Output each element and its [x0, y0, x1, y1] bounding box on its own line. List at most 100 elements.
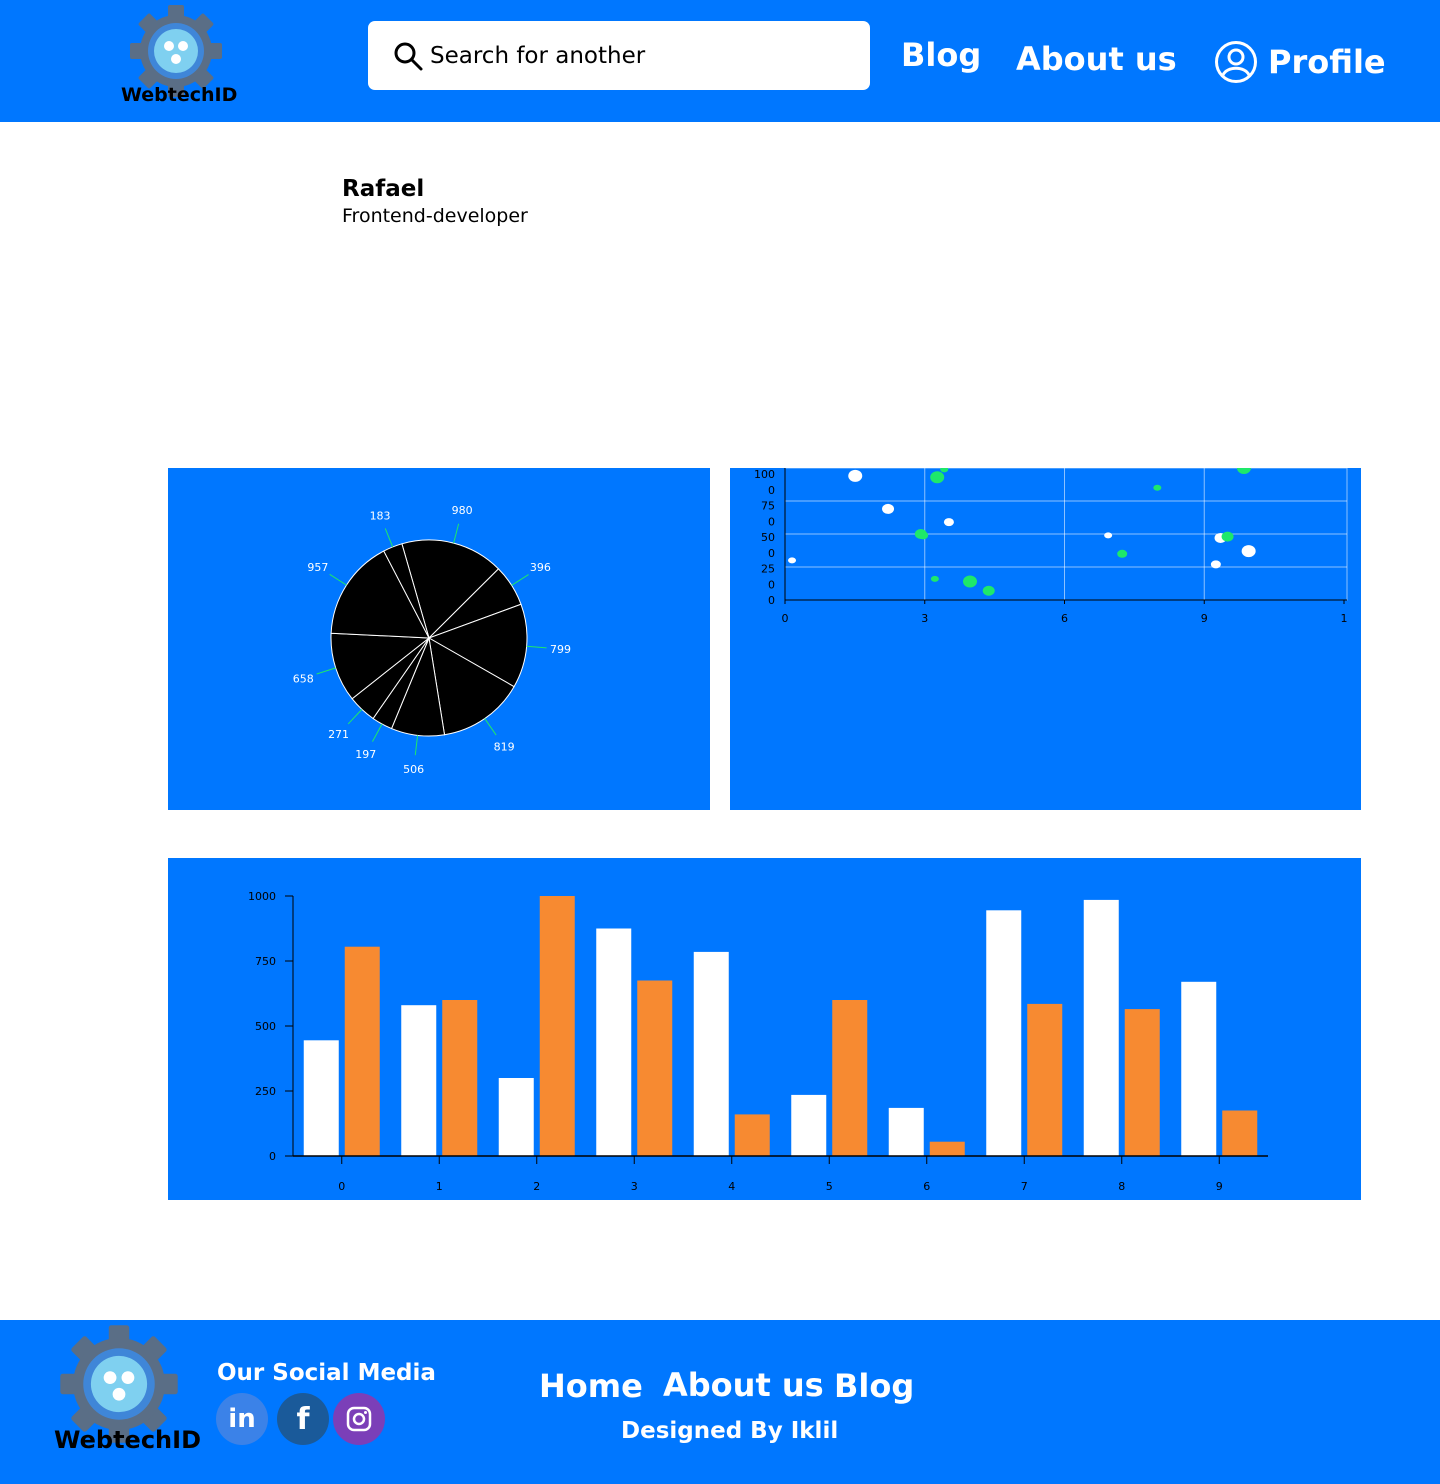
bar: [986, 910, 1022, 1156]
bar: [344, 946, 380, 1156]
bar: [1083, 899, 1119, 1156]
scatter-point: [962, 575, 977, 588]
scatter-point: [930, 471, 945, 484]
pie-slice-label: 658: [293, 672, 314, 685]
bar-y-tick-label: 250: [255, 1085, 276, 1098]
pie-label-line: [372, 723, 383, 742]
pie-slice-label: 183: [370, 509, 391, 522]
bar-y-tick-label: 750: [255, 955, 276, 968]
pie-label-line: [316, 667, 336, 675]
bar: [442, 1000, 478, 1156]
bar: [1181, 981, 1217, 1156]
bar-x-tick-label: 2: [533, 1180, 540, 1193]
pie-slice-label: 799: [550, 643, 571, 656]
pie-label-line: [329, 573, 347, 586]
search-input[interactable]: [430, 42, 850, 69]
bar-x-tick-label: 8: [1118, 1180, 1125, 1193]
scatter-point: [1104, 532, 1113, 539]
scatter-point: [882, 503, 895, 514]
scatter-point: [1221, 531, 1234, 542]
scatter-point: [1117, 549, 1128, 558]
scatter-y-tick-label: 50: [761, 531, 775, 544]
scatter-point: [1236, 468, 1251, 474]
scatter-point: [943, 518, 954, 527]
pie-slice-label: 980: [452, 504, 473, 517]
instagram-icon[interactable]: [333, 1393, 385, 1445]
profile-icon[interactable]: [1214, 40, 1258, 84]
pie-label-line: [453, 523, 460, 544]
bar: [693, 951, 729, 1156]
pie-slice-label: 197: [355, 748, 376, 761]
search-bar[interactable]: [368, 21, 870, 90]
pie-slice-label: 271: [328, 728, 349, 741]
pie-slice-label: 396: [530, 561, 551, 574]
bar: [734, 1114, 770, 1156]
designed-by: Designed By Iklil: [621, 1418, 839, 1444]
instagram-glyph-icon: [346, 1406, 372, 1432]
footer-home-link[interactable]: Home: [539, 1367, 643, 1405]
bar-y-tick-label: 1000: [248, 890, 276, 903]
scatter-y-tick-label: 100: [754, 468, 775, 481]
bar: [539, 896, 575, 1156]
scatter-chart-panel: 0 3 6 9 1 100 0 75 0 50 0 25 0 0: [730, 468, 1361, 810]
bar: [303, 1040, 339, 1156]
scatter-y-tick-label: 0: [768, 484, 775, 497]
scatter-y-tick-label: 0: [768, 515, 775, 528]
scatter-y-tick-label: 0: [768, 578, 775, 591]
bar: [791, 1094, 827, 1156]
scatter-point: [848, 469, 863, 482]
bar: [832, 1000, 868, 1156]
scatter-x-tick-label: 1: [1341, 612, 1348, 625]
pie-chart-panel: 980 396 799 819 506 197 271 658 957 183: [168, 468, 710, 810]
pie-label-line: [384, 528, 394, 548]
bar-x-tick-label: 5: [826, 1180, 833, 1193]
logo[interactable]: WebtechID: [118, 4, 240, 108]
scatter-x-tick-label: 0: [782, 612, 789, 625]
scatter-x-tick-label: 9: [1201, 612, 1208, 625]
pie-label-line: [347, 709, 363, 725]
scatter-point: [918, 531, 929, 540]
bar: [888, 1107, 924, 1156]
pie-label-line: [511, 574, 529, 586]
scatter-y-tick-label: 75: [761, 500, 775, 513]
scatter-y-tick-label: 0: [768, 594, 775, 607]
bar-x-tick-label: 1: [436, 1180, 443, 1193]
bar-y-tick-label: 500: [255, 1020, 276, 1033]
user-role: Frontend-developer: [342, 205, 528, 227]
social-media-title: Our Social Media: [217, 1360, 436, 1386]
bar: [929, 1141, 965, 1156]
scatter-y-tick-label: 25: [761, 563, 775, 576]
pie-slice-label: 957: [307, 561, 328, 574]
scatter-x-tick-label: 3: [921, 612, 928, 625]
scatter-x-tick-label: 6: [1061, 612, 1068, 625]
bar: [401, 1005, 437, 1156]
footer-logo[interactable]: WebtechID: [52, 1324, 212, 1454]
footer-about-link[interactable]: About us: [663, 1366, 824, 1404]
facebook-icon[interactable]: f: [277, 1393, 329, 1445]
scatter-point: [788, 557, 797, 564]
footer-logo-text: WebtechID: [54, 1426, 201, 1454]
pie-label-line: [484, 718, 497, 736]
scatter-point: [1210, 560, 1221, 569]
footer-blog-link[interactable]: Blog: [834, 1367, 914, 1405]
bar: [1124, 1009, 1160, 1156]
nav-blog[interactable]: Blog: [901, 36, 981, 74]
pie-slice-label: 506: [403, 763, 424, 776]
scatter-y-tick-label: 0: [768, 547, 775, 560]
user-name: Rafael: [342, 176, 425, 202]
header: WebtechID Blog About us Profile: [0, 0, 1440, 122]
bar-chart: 1000 750 500 250 0 0 1 2 3 4 5 6 7 8 9: [248, 890, 1268, 1193]
pie-slice-label: 819: [494, 741, 515, 754]
nav-about-us[interactable]: About us: [1016, 40, 1177, 78]
bar-x-tick-label: 3: [631, 1180, 638, 1193]
search-icon: [394, 42, 423, 70]
bar: [596, 928, 632, 1156]
logo-text: WebtechID: [121, 84, 238, 106]
linkedin-icon[interactable]: in: [216, 1393, 268, 1445]
bar: [1027, 1003, 1063, 1156]
nav-profile[interactable]: Profile: [1268, 43, 1386, 81]
scatter-chart: 0 3 6 9 110007505002500: [754, 468, 1348, 625]
pie-label-line: [414, 735, 419, 756]
bar: [637, 980, 673, 1156]
bar-x-tick-label: 4: [728, 1180, 735, 1193]
